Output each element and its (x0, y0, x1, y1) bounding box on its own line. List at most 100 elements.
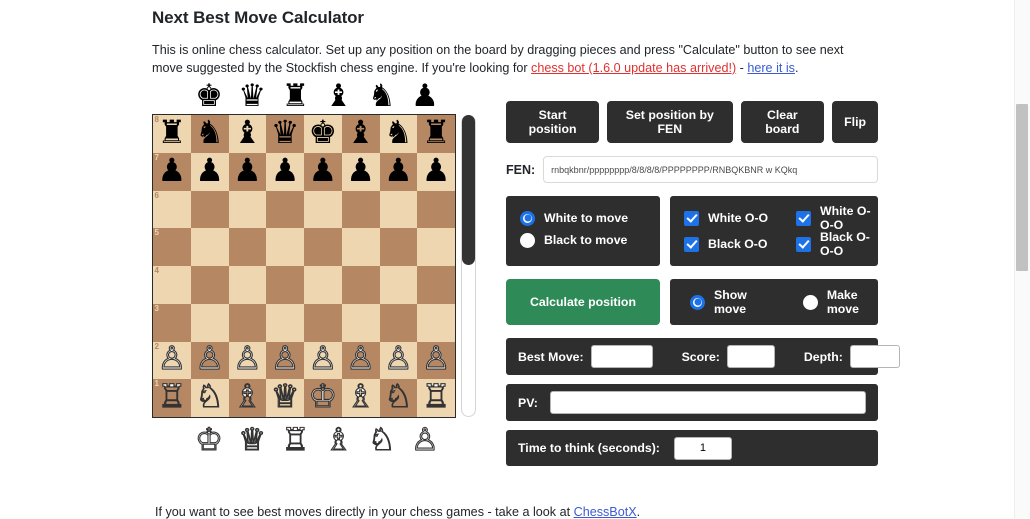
chessboard[interactable]: 8 ♜ ♞ ♝ ♛ ♚ ♝ ♞ ♜ 7 ♟ ♟ ♟ ♟ ♟ ♟ ♟ ♟ 6 5 4 3 2 ♙ ♙ ♙ ♙ ♙ ♙ ♙ ♙ 1 ♖ ♘ ♗ ♕ ♔ ♗ ♘ ♖ (152, 114, 456, 418)
board-square-c6[interactable] (228, 190, 267, 229)
spare-black-king[interactable]: ♚ (192, 78, 226, 112)
chess-bot-link[interactable]: chess bot (1.6.0 update has arrived!) (531, 61, 736, 75)
board-square-g3[interactable] (379, 303, 418, 342)
board-square-f2[interactable]: ♙ (341, 340, 380, 380)
depth-input[interactable] (849, 345, 900, 368)
board-square-c3[interactable] (228, 303, 267, 342)
board-square-g2[interactable]: ♙ (379, 340, 418, 380)
board-square-e8[interactable]: ♚ (304, 115, 342, 153)
piece-black-pawn[interactable]: ♟ (380, 151, 418, 189)
board-square-f3[interactable] (341, 303, 380, 342)
board-square-b3[interactable] (190, 303, 229, 342)
board-square-d4[interactable] (266, 266, 304, 304)
piece-white-queen[interactable]: ♕ (266, 377, 304, 415)
page-scrollbar[interactable] (1014, 0, 1030, 518)
board-square-d8[interactable]: ♛ (266, 115, 304, 153)
board-square-d2[interactable]: ♙ (266, 341, 304, 380)
side-to-move-option-black[interactable]: Black to move (520, 229, 660, 251)
board-square-f8[interactable]: ♝ (341, 113, 380, 153)
board-square-f6[interactable] (341, 190, 380, 229)
board-square-a5[interactable]: 5 (153, 228, 191, 266)
board-square-h2[interactable]: ♙ (417, 340, 455, 380)
castling-option-black-o-o[interactable]: Black O-O (684, 233, 796, 255)
board-square-a3[interactable]: 3 (153, 303, 191, 342)
board-square-b6[interactable] (190, 190, 229, 229)
spare-white-queen[interactable]: ♕ (235, 422, 269, 456)
piece-white-rook[interactable]: ♖ (153, 377, 191, 415)
board-square-c1[interactable]: ♗ (228, 377, 267, 417)
piece-black-knight[interactable]: ♞ (191, 113, 229, 151)
best-move-input[interactable] (590, 345, 653, 368)
start-position-button[interactable]: Start position (506, 101, 600, 143)
score-input[interactable] (726, 345, 775, 368)
castling-option-black-o-o-o[interactable]: Black O-O-O (796, 230, 878, 258)
board-square-d5[interactable] (266, 228, 304, 266)
fen-input[interactable] (543, 156, 878, 183)
calculate-position-button[interactable]: Calculate position (506, 279, 660, 325)
piece-black-pawn[interactable]: ♟ (342, 151, 380, 189)
board-square-e1[interactable]: ♔ (304, 379, 342, 417)
piece-white-pawn[interactable]: ♙ (229, 340, 267, 378)
radio-icon[interactable] (520, 232, 535, 248)
board-square-e4[interactable] (304, 266, 342, 304)
spare-black-knight[interactable]: ♞ (365, 78, 399, 112)
piece-white-pawn[interactable]: ♙ (342, 340, 380, 378)
piece-black-pawn[interactable]: ♟ (304, 151, 342, 189)
piece-black-pawn[interactable]: ♟ (191, 151, 229, 189)
board-square-a6[interactable]: 6 (153, 190, 191, 229)
spare-black-pawn[interactable]: ♟ (408, 78, 442, 112)
piece-black-rook[interactable]: ♜ (153, 113, 191, 151)
piece-black-bishop[interactable]: ♝ (229, 113, 267, 151)
piece-white-pawn[interactable]: ♙ (380, 340, 418, 378)
side-to-move-option-white[interactable]: White to move (520, 207, 660, 229)
board-square-g4[interactable] (379, 266, 418, 304)
board-square-a2[interactable]: 2 ♙ (153, 340, 191, 380)
board-square-c4[interactable] (228, 266, 267, 304)
spare-black-bishop[interactable]: ♝ (322, 78, 356, 112)
board-square-b7[interactable]: ♟ (190, 151, 229, 191)
board-square-c2[interactable]: ♙ (228, 340, 267, 380)
board-square-b4[interactable] (190, 266, 229, 304)
board-square-h4[interactable] (417, 266, 455, 304)
piece-white-pawn[interactable]: ♙ (153, 340, 191, 378)
checkbox-icon[interactable] (796, 210, 811, 226)
piece-white-pawn[interactable]: ♙ (417, 340, 455, 378)
piece-black-bishop[interactable]: ♝ (342, 113, 380, 151)
board-square-g1[interactable]: ♘ (379, 379, 418, 417)
radio-icon[interactable] (802, 294, 818, 310)
board-square-h5[interactable] (417, 228, 455, 266)
piece-white-pawn[interactable]: ♙ (191, 340, 229, 378)
board-square-c7[interactable]: ♟ (228, 152, 267, 191)
spare-white-king[interactable]: ♔ (192, 422, 226, 456)
spare-white-knight[interactable]: ♘ (365, 422, 399, 456)
pv-input[interactable] (549, 391, 866, 414)
castling-option-white-o-o-o[interactable]: White O-O-O (796, 204, 878, 232)
checkbox-icon[interactable] (684, 210, 699, 226)
spare-white-bishop[interactable]: ♗ (322, 422, 356, 456)
board-square-f4[interactable] (341, 266, 380, 304)
piece-white-knight[interactable]: ♘ (191, 377, 229, 415)
board-square-f7[interactable]: ♟ (341, 151, 380, 191)
spare-black-queen[interactable]: ♛ (235, 78, 269, 112)
board-square-f1[interactable]: ♗ (341, 379, 380, 417)
board-scrollbar-thumb[interactable] (462, 115, 475, 265)
radio-icon[interactable] (520, 210, 535, 226)
board-square-e3[interactable] (304, 303, 342, 342)
piece-white-pawn[interactable]: ♙ (304, 340, 342, 378)
spare-black-rook[interactable]: ♜ (278, 78, 312, 112)
spare-white-pawn[interactable]: ♙ (408, 422, 442, 456)
spare-white-rook[interactable]: ♖ (278, 422, 312, 456)
checkbox-icon[interactable] (684, 236, 699, 252)
clear-board-button[interactable]: Clear board (740, 101, 825, 143)
board-square-a8[interactable]: 8 ♜ (153, 115, 191, 153)
piece-white-bishop[interactable]: ♗ (229, 377, 267, 415)
board-square-c8[interactable]: ♝ (228, 113, 267, 153)
page-scrollbar-thumb[interactable] (1016, 104, 1028, 271)
piece-black-king[interactable]: ♚ (304, 113, 342, 151)
move-mode-option-show[interactable]: Show move (690, 288, 767, 316)
flip-button[interactable]: Flip (832, 101, 879, 143)
board-square-e6[interactable] (304, 190, 342, 229)
time-to-think-input[interactable] (673, 436, 732, 460)
board-square-e5[interactable] (304, 228, 342, 266)
board-square-d7[interactable]: ♟ (266, 152, 304, 191)
